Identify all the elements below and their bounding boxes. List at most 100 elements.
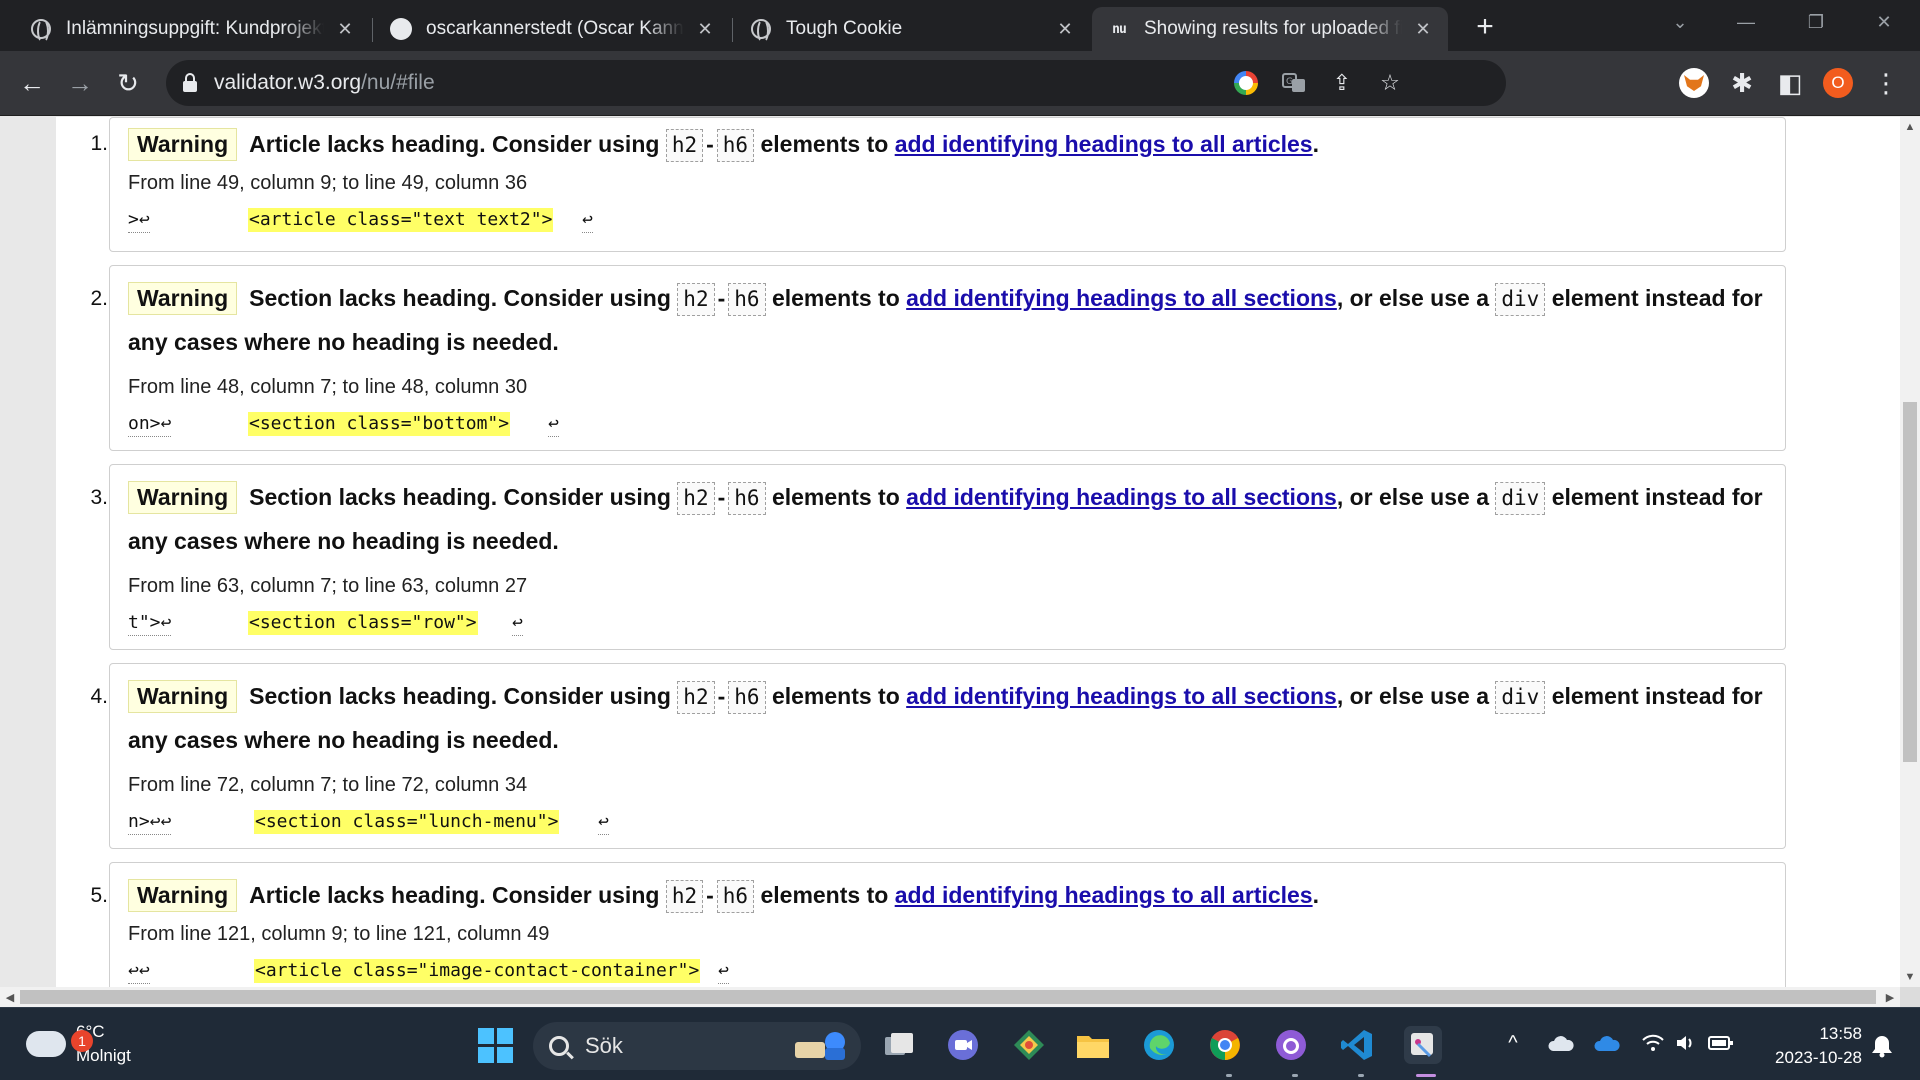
reload-button[interactable]: ↻: [110, 65, 146, 101]
extract-suffix: ↩: [598, 810, 609, 835]
tab-inlamningsuppgift[interactable]: Inlämningsuppgift: Kundprojekt ✕: [14, 7, 370, 51]
taskbar-clock[interactable]: 13:58 2023-10-28: [1752, 1022, 1862, 1070]
message-item: Warning Section lacks heading. Consider u…: [109, 663, 1786, 849]
code-extract: >↩ <article class="text text2"> ↩: [128, 208, 1767, 233]
onedrive-icon[interactable]: [1590, 1026, 1624, 1060]
weather-widget[interactable]: 1 6°C Molnigt: [26, 1020, 131, 1068]
url-text: validator.w3.org/nu/#file: [214, 71, 435, 95]
running-indicator: [1358, 1074, 1364, 1077]
right-gutter: [1803, 117, 1900, 987]
edge-browser-icon[interactable]: [1140, 1026, 1178, 1064]
vertical-scroll-thumb[interactable]: [1903, 402, 1917, 762]
extract-prefix: t">↩: [128, 611, 172, 636]
taskbar-search[interactable]: Sök: [533, 1022, 861, 1070]
forward-button[interactable]: →: [62, 65, 98, 101]
close-icon[interactable]: ✕: [694, 18, 716, 40]
restore-button[interactable]: ❐: [1796, 6, 1836, 38]
message-heading: Warning Section lacks heading. Consider u…: [128, 276, 1767, 364]
tray-overflow-chevron-icon[interactable]: ^: [1496, 1026, 1530, 1060]
message-text: elements to: [760, 131, 889, 157]
extract-prefix: n>↩↩: [128, 810, 172, 835]
message-location: From line 63, column 7; to line 63, colu…: [128, 575, 528, 597]
metamask-fox-icon[interactable]: [1676, 65, 1712, 101]
code-h6: h6: [716, 129, 755, 162]
tab-search-button[interactable]: ⌄: [1660, 6, 1700, 38]
window-close-button[interactable]: ✕: [1864, 6, 1904, 38]
code-extract: t">↩ <section class="row"> ↩: [128, 611, 1767, 636]
scroll-left-arrow-icon[interactable]: ◀: [0, 987, 20, 1007]
wifi-icon[interactable]: [1636, 1026, 1670, 1060]
message-number: 1.: [90, 132, 108, 155]
tab-separator: [732, 18, 733, 42]
vscode-icon[interactable]: [1338, 1026, 1376, 1064]
headings-sections-link[interactable]: add identifying headings to all sections: [906, 285, 1337, 311]
message-text: elements to: [771, 484, 900, 510]
headings-articles-link[interactable]: add identifying headings to all articles: [895, 131, 1313, 157]
google-icon[interactable]: [1228, 65, 1264, 101]
teams-chat-icon[interactable]: [944, 1026, 982, 1064]
headings-sections-link[interactable]: add identifying headings to all sections: [906, 484, 1337, 510]
file-explorer-icon[interactable]: [1074, 1026, 1112, 1064]
close-icon[interactable]: ✕: [1054, 18, 1076, 40]
task-view-icon[interactable]: [880, 1026, 918, 1064]
dash: -: [717, 683, 726, 709]
message-text: .: [1312, 131, 1319, 157]
minimize-button[interactable]: —: [1726, 6, 1766, 38]
message-location: From line 121, column 9; to line 121, co…: [128, 923, 550, 945]
tab-tough-cookie[interactable]: Tough Cookie ✕: [734, 7, 1090, 51]
translate-icon[interactable]: G: [1276, 65, 1312, 101]
scroll-down-arrow-icon[interactable]: ▼: [1900, 967, 1920, 987]
browser-toolbar: ← → ↻ validator.w3.org/nu/#file G ⇪ ☆ ✱ …: [0, 51, 1920, 116]
bookmark-star-icon[interactable]: ☆: [1372, 65, 1408, 101]
onedrive-personal-icon[interactable]: [1544, 1026, 1578, 1060]
close-icon[interactable]: ✕: [1412, 18, 1434, 40]
profile-avatar[interactable]: O: [1820, 65, 1856, 101]
horizontal-scroll-thumb[interactable]: [20, 990, 1876, 1004]
start-windows-icon[interactable]: [476, 1026, 514, 1064]
git-kraken-icon[interactable]: [1010, 1026, 1048, 1064]
headings-articles-link[interactable]: add identifying headings to all articles: [895, 882, 1313, 908]
message-text: Section lacks heading. Consider using: [249, 484, 671, 510]
message-text: Section lacks heading. Consider using: [249, 285, 671, 311]
code-h6: h6: [728, 283, 766, 316]
headings-sections-link[interactable]: add identifying headings to all sections: [906, 683, 1337, 709]
message-number: 4.: [90, 685, 108, 708]
lock-icon[interactable]: [182, 73, 198, 93]
close-icon[interactable]: ✕: [334, 18, 356, 40]
vertical-scrollbar[interactable]: ▲ ▼: [1900, 117, 1920, 987]
volume-icon[interactable]: [1670, 1026, 1704, 1060]
chrome-menu-icon[interactable]: ⋮: [1868, 65, 1904, 101]
running-indicator: [1292, 1074, 1298, 1077]
message-text: , or else use a: [1336, 484, 1489, 510]
message-text: .: [1312, 882, 1319, 908]
extract-suffix: ↩: [582, 208, 593, 233]
extract-suffix: ↩: [718, 959, 729, 984]
extract-highlight: <article class="image-contact-container"…: [254, 959, 701, 983]
chrome-browser-icon[interactable]: [1206, 1026, 1244, 1064]
side-panel-icon[interactable]: ◧: [1772, 65, 1808, 101]
snipping-tool-icon[interactable]: [1404, 1026, 1442, 1064]
system-tray: ^: [1496, 1026, 1738, 1060]
tab-validator-active[interactable]: nu Showing results for uploaded file ✕: [1092, 7, 1448, 51]
tab-github[interactable]: oscarkannerstedt (Oscar Kannerstedt) ✕: [374, 7, 730, 51]
scroll-up-arrow-icon[interactable]: ▲: [1900, 117, 1920, 137]
message-number: 5.: [90, 884, 108, 907]
extensions-puzzle-icon[interactable]: ✱: [1724, 65, 1760, 101]
horizontal-scrollbar[interactable]: ◀ ▶: [0, 987, 1900, 1007]
new-tab-button[interactable]: +: [1468, 10, 1502, 44]
share-icon[interactable]: ⇪: [1324, 65, 1360, 101]
warning-badge: Warning: [128, 879, 238, 912]
code-div: div: [1495, 681, 1546, 714]
extract-highlight: <section class="lunch-menu">: [254, 810, 560, 834]
message-heading: Warning Section lacks heading. Consider u…: [128, 674, 1767, 762]
address-bar[interactable]: validator.w3.org/nu/#file G ⇪ ☆: [166, 60, 1506, 106]
code-extract: ↩↩ <article class="image-contact-contain…: [128, 959, 1767, 984]
battery-icon[interactable]: [1704, 1026, 1738, 1060]
github-desktop-icon[interactable]: [1272, 1026, 1310, 1064]
back-button[interactable]: ←: [14, 65, 50, 101]
scroll-right-arrow-icon[interactable]: ▶: [1880, 987, 1900, 1007]
notification-bell-icon[interactable]: [1866, 1030, 1898, 1062]
dash: -: [717, 484, 726, 510]
message-text: , or else use a: [1336, 683, 1489, 709]
message-number: 3.: [90, 486, 108, 509]
